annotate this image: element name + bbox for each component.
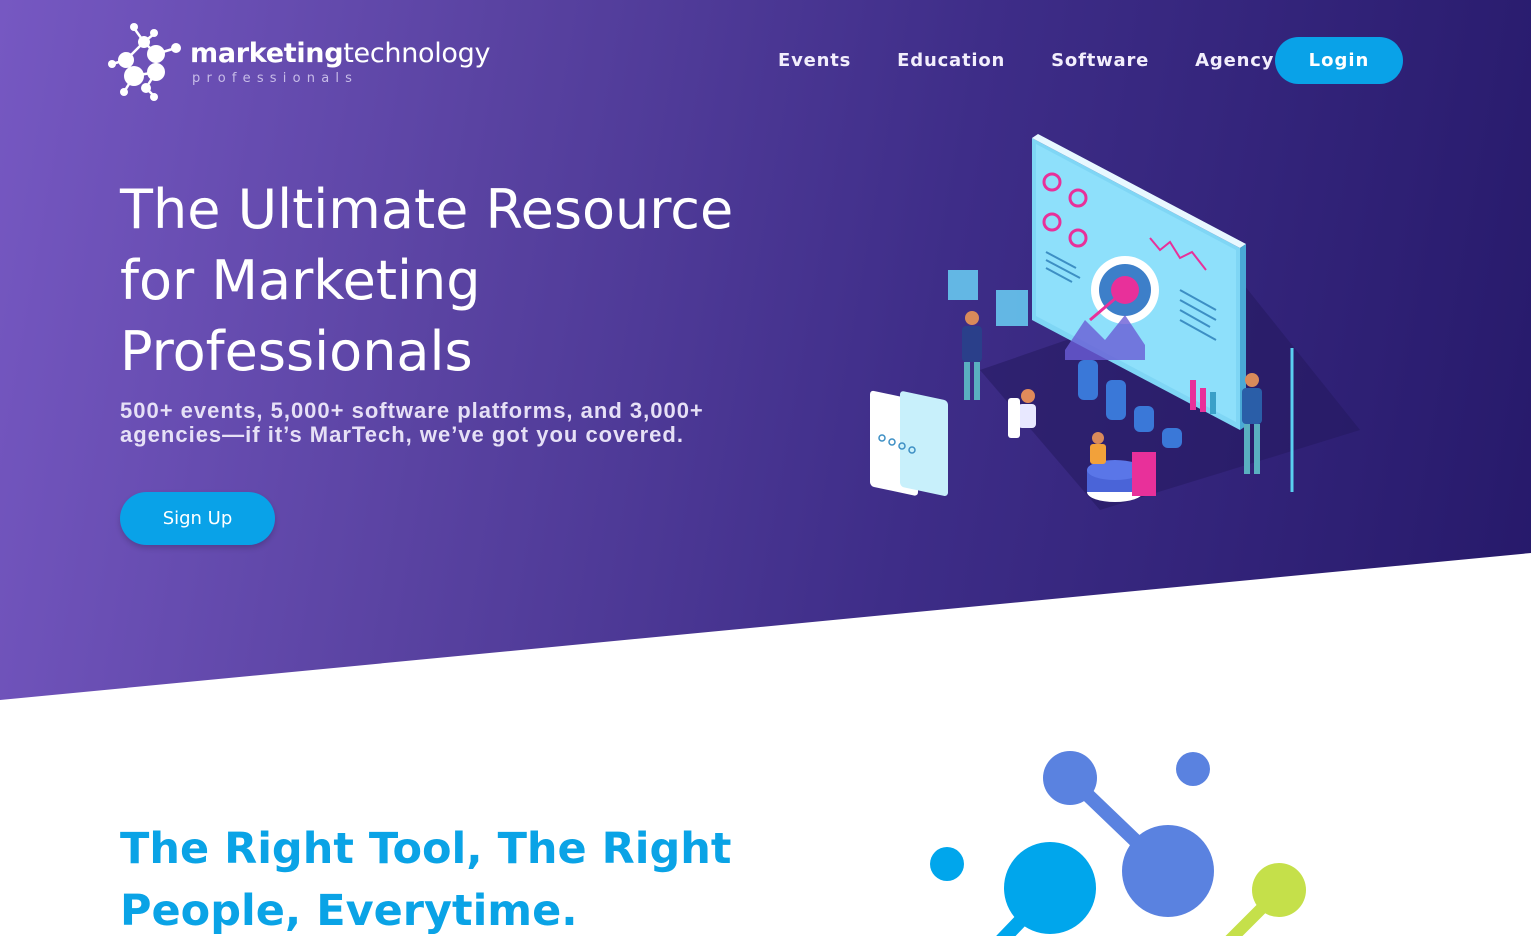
main-nav: Events Education Software Agency — [760, 37, 1320, 84]
nav-events[interactable]: Events — [778, 50, 851, 71]
molecule-logo-icon — [108, 23, 181, 101]
logo-wordmark: marketingtechnology — [190, 38, 491, 69]
hero-title-line: Professionals — [120, 320, 473, 383]
hero-subtitle-line: agencies—if it’s MarTech, we’ve got you … — [120, 422, 684, 447]
hero-title: The Ultimate Resource for Marketing Prof… — [120, 174, 820, 387]
nav-software[interactable]: Software — [1051, 50, 1149, 71]
section-title-line: The Right Tool, The Right — [120, 824, 732, 874]
hero-title-line: The Ultimate Resource — [120, 178, 734, 241]
nav-education[interactable]: Education — [897, 50, 1005, 71]
nav-agency[interactable]: Agency — [1195, 50, 1274, 71]
sign-up-button[interactable]: Sign Up — [120, 492, 275, 545]
hero-subtitle: 500+ events, 5,000+ software platforms, … — [120, 399, 800, 447]
isometric-analytics-illustration — [860, 130, 1380, 510]
brand-logo[interactable]: marketingtechnology professionals — [104, 20, 494, 102]
section-title-line: People, Everytime. — [120, 886, 578, 936]
hero-subtitle-line: 500+ events, 5,000+ software platforms, … — [120, 398, 704, 423]
hero-title-line: for Marketing — [120, 249, 481, 312]
logo-tagline: professionals — [192, 71, 359, 86]
login-button[interactable]: Login — [1275, 37, 1403, 84]
section-title: The Right Tool, The Right People, Everyt… — [120, 818, 760, 936]
molecule-graphic — [920, 740, 1320, 936]
